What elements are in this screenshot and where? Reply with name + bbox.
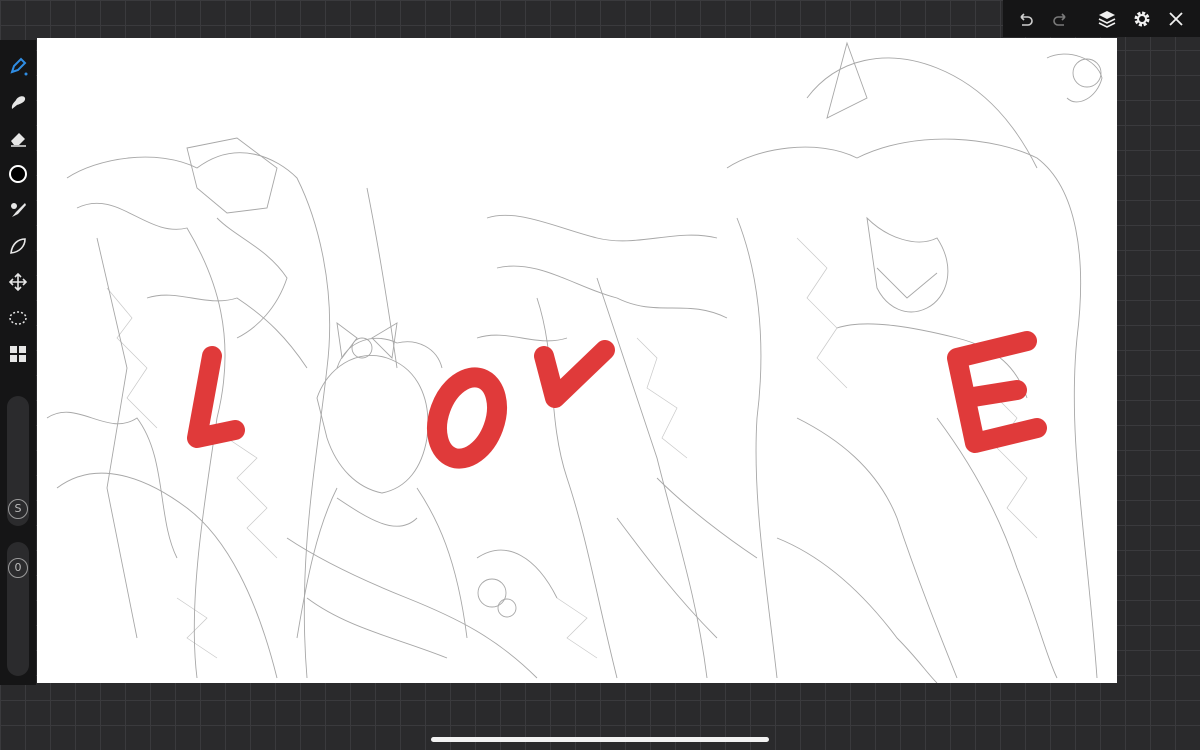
opacity-slider[interactable]: 0 — [7, 542, 29, 676]
letter-l — [187, 346, 245, 448]
gallery-icon[interactable] — [6, 342, 30, 366]
opacity-slider-knob[interactable]: 0 — [8, 558, 28, 578]
home-indicator[interactable] — [431, 737, 769, 742]
redo-icon[interactable] — [1050, 8, 1072, 30]
sketch-layer — [46, 41, 1103, 683]
eraser-icon[interactable] — [6, 126, 30, 150]
letter-e — [947, 331, 1047, 453]
lasso-fill-icon[interactable] — [6, 234, 30, 258]
drawing-canvas[interactable] — [37, 38, 1117, 683]
brush-icon[interactable] — [6, 198, 30, 222]
layers-icon[interactable] — [1096, 8, 1118, 30]
move-icon[interactable] — [6, 270, 30, 294]
settings-icon[interactable] — [1131, 8, 1153, 30]
pen-icon[interactable] — [6, 54, 30, 78]
size-slider-knob[interactable]: S — [8, 499, 28, 519]
undo-icon[interactable] — [1014, 8, 1036, 30]
left-toolbar: S 0 — [0, 40, 36, 685]
letter-o — [427, 367, 507, 469]
size-slider[interactable]: S — [7, 396, 29, 526]
close-icon[interactable] — [1165, 8, 1187, 30]
color-icon[interactable] — [6, 162, 30, 186]
letter-v — [534, 340, 615, 408]
smudge-icon[interactable] — [6, 90, 30, 114]
selection-icon[interactable] — [6, 306, 30, 330]
top-toolbar — [1003, 0, 1200, 37]
